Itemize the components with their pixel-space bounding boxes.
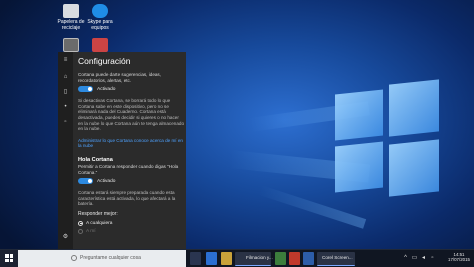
logo-pane (389, 139, 439, 197)
logo-pane (389, 79, 439, 137)
taskbar-app-label: Corel Screen... (322, 255, 353, 260)
chevron-up-icon[interactable]: ^ (402, 255, 409, 261)
system-clock[interactable]: 14:51 17/07/2015 (446, 252, 472, 263)
volume-icon[interactable]: ◂ (420, 255, 427, 261)
taskbar-icon[interactable] (289, 252, 300, 265)
cortana-warning-text: Si desactivas Cortana, se borrará todo l… (78, 98, 184, 132)
radio-button-selected[interactable] (78, 220, 83, 226)
network-icon[interactable]: ▭ (411, 255, 418, 261)
cortana-intro-text: Cortana puede darte sugerencias, ideas, … (78, 72, 161, 83)
windows-logo (335, 79, 440, 197)
cortana-side-rail: ≡ ⌂ ▯ • ▫ ⚙ (58, 52, 73, 250)
panel-title: Configuración (78, 56, 131, 66)
logo-pane (335, 89, 383, 141)
search-placeholder: Preguntame cualquier cosa (80, 255, 141, 261)
settings-gear-icon[interactable]: ⚙ (62, 234, 69, 241)
home-icon[interactable]: ⌂ (62, 74, 69, 81)
start-button[interactable] (0, 250, 18, 267)
manage-cloud-link[interactable]: Administrar lo que Cortana conoce acerca… (78, 138, 184, 149)
respond-best-label: Responder mejor: (78, 210, 118, 217)
battery-note-text: Cortana estará siempre preparada cuando … (78, 190, 176, 207)
keyboard-icon[interactable]: ▫ (429, 255, 436, 261)
feedback-icon[interactable]: ▫ (62, 119, 69, 126)
hey-cortana-toggle-row: Activado (78, 178, 184, 185)
search-icon (71, 255, 77, 261)
hey-cortana-toggle[interactable] (78, 178, 93, 185)
desktop-icon-label: Skype para equipos (87, 19, 113, 31)
hey-cortana-title: Hola Cortana (78, 156, 113, 163)
notebook-icon[interactable]: ▯ (62, 89, 69, 96)
recycle-bin-icon (63, 4, 79, 18)
search-box[interactable]: Preguntame cualquier cosa (18, 250, 186, 267)
camera-icon (63, 38, 79, 52)
hey-cortana-description: Permitir a Cortana responder cuando diga… (78, 163, 179, 175)
desktop-icon-app[interactable] (82, 38, 118, 53)
cortana-toggle[interactable] (78, 86, 93, 93)
radio-me-row[interactable]: A mí (78, 228, 184, 234)
skype-icon (92, 4, 108, 18)
system-tray: ^ ▭ ◂ ▫ 14:51 17/07/2015 (398, 250, 474, 267)
radio-label: A mí (86, 228, 96, 234)
radio-button[interactable] (78, 228, 83, 234)
taskbar-app-label: Filmacion y... (246, 255, 273, 260)
edge-browser-icon[interactable] (206, 252, 217, 265)
cortana-settings-content: Configuración Cortana puede darte sugere… (78, 52, 184, 234)
app-icon (92, 38, 108, 52)
toggle-state-label: Activado (97, 178, 116, 184)
toggle-state-label: Activado (97, 86, 116, 92)
hamburger-menu-icon[interactable]: ≡ (62, 57, 69, 64)
clock-date: 17/07/2015 (448, 257, 470, 263)
taskbar-icon[interactable] (303, 252, 314, 265)
cortana-settings-panel: ≡ ⌂ ▯ • ▫ ⚙ Configuración Cortana puede … (58, 52, 186, 250)
taskbar-icon[interactable] (275, 252, 286, 265)
logo-pane (335, 141, 383, 193)
cortana-toggle-row: Activado (78, 86, 184, 93)
file-explorer-icon[interactable] (221, 252, 232, 265)
windows-start-icon (5, 254, 13, 262)
taskbar: Preguntame cualquier cosa Filmacion y...… (0, 249, 474, 267)
radio-label: A cualquiera (86, 220, 113, 226)
task-view-button[interactable] (190, 252, 201, 265)
radio-anyone-row[interactable]: A cualquiera (78, 220, 184, 226)
desktop-icon-skype[interactable]: Skype para equipos (82, 4, 118, 31)
reminders-icon[interactable]: • (62, 104, 69, 111)
